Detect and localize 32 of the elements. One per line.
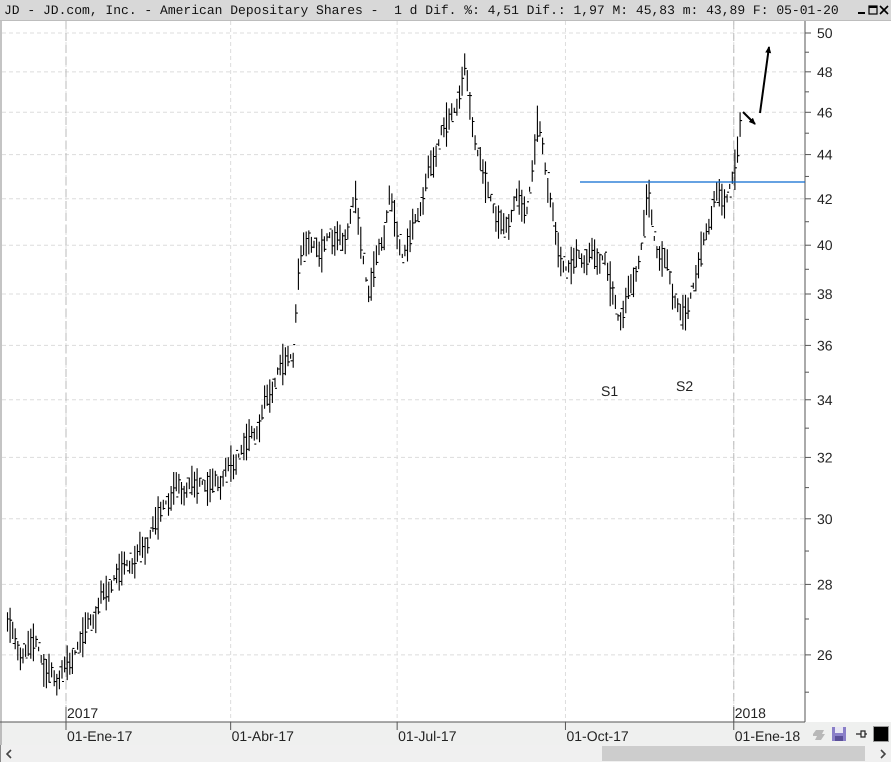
axis-label: 01-Ene-17: [67, 728, 132, 744]
axis-label: 01-Jul-17: [398, 728, 457, 744]
scroll-right-icon[interactable]: [879, 748, 887, 758]
arrow: [759, 46, 772, 114]
axis-label: 01-Ene-18: [734, 728, 800, 744]
axis-label: 34: [817, 392, 833, 408]
color-swatch-icon[interactable]: [873, 726, 889, 742]
annotation-label: S1: [601, 383, 618, 399]
axis-label: 38: [817, 286, 833, 302]
save-icon[interactable]: [831, 726, 849, 742]
axis-label: 50: [817, 25, 833, 41]
axis-label: 40: [817, 237, 833, 254]
axis-label: 42: [817, 190, 833, 207]
arrow: [742, 111, 756, 125]
axis-label: 30: [817, 510, 833, 527]
axis-label: 46: [817, 104, 833, 120]
year-label: 2018: [734, 705, 766, 721]
axis-label: 01-Abr-17: [232, 728, 294, 744]
axis-label: 01-Oct-17: [566, 728, 629, 744]
scroll-left-icon[interactable]: [5, 748, 13, 758]
axis-label: 28: [817, 576, 833, 592]
maximize-icon[interactable]: [868, 5, 878, 15]
annotation-label: S2: [676, 378, 694, 394]
window-title: JD - JD.com, Inc. - American Depositary Shares - 1 d Dif. %: 4,51 Dif.: 1,97 M: 45,83 m: 43,89 F: 05-01-20: [4, 2, 840, 18]
axis-label: 48: [817, 64, 833, 80]
scrollbar-thumb[interactable]: [602, 746, 865, 761]
axis-label: 32: [817, 449, 833, 466]
close-icon[interactable]: [879, 5, 889, 15]
axis-label: 36: [817, 337, 833, 354]
axis-label: 26: [817, 646, 833, 663]
year-label: 2017: [67, 705, 98, 721]
axis-label: 44: [817, 146, 833, 163]
